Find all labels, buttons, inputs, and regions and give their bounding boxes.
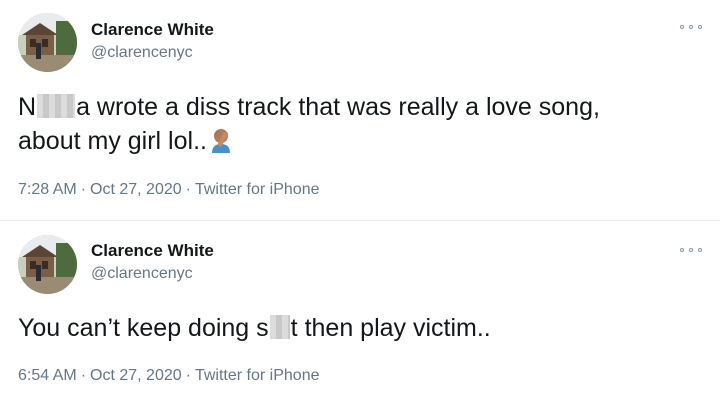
separator: ·: [185, 181, 191, 198]
tweet-text-part: about my girl lol..: [18, 127, 207, 155]
tweet-time[interactable]: 6:54 AM: [18, 367, 77, 384]
tweet-text-part: You can’t keep doing s: [18, 314, 269, 342]
author-name[interactable]: Clarence White: [91, 241, 214, 261]
tweet-text: You can’t keep doing s t then play victim…: [18, 311, 680, 345]
tweet-time[interactable]: 7:28 AM: [18, 181, 77, 198]
author-handle[interactable]: @clarencenyc: [91, 265, 193, 283]
tweet-source[interactable]: Twitter for iPhone: [195, 181, 320, 198]
facepalm-emoji-icon: [209, 127, 235, 153]
tweet-meta: 6:54 AM · Oct 27, 2020 · Twitter for iPhone: [18, 367, 319, 385]
tweet-text-part: N: [18, 93, 37, 121]
tweet-screenshot: Clarence White @clarencenyc Na wrote a d…: [0, 0, 720, 406]
author-name[interactable]: Clarence White: [91, 20, 214, 40]
more-options-icon[interactable]: [680, 20, 702, 34]
tweet-source[interactable]: Twitter for iPhone: [195, 367, 320, 384]
more-options-icon[interactable]: [680, 243, 702, 257]
censor-blur: [269, 315, 290, 339]
censor-blur: [37, 94, 76, 118]
tweet-text-part: a wrote a diss track that was really a l…: [76, 93, 600, 121]
tweet-date[interactable]: Oct 27, 2020: [90, 181, 182, 198]
avatar[interactable]: [18, 235, 77, 294]
author-handle[interactable]: @clarencenyc: [91, 44, 193, 62]
avatar[interactable]: [18, 13, 77, 72]
separator: ·: [80, 181, 87, 198]
tweet-card[interactable]: Clarence White @clarencenyc You can’t ke…: [0, 221, 720, 406]
tweet-date[interactable]: Oct 27, 2020: [90, 367, 182, 384]
separator: ·: [80, 367, 87, 384]
tweet-card[interactable]: Clarence White @clarencenyc Na wrote a d…: [0, 0, 720, 221]
tweet-text-part: t then play victim..: [290, 314, 491, 342]
separator: ·: [185, 367, 191, 384]
tweet-meta: 7:28 AM · Oct 27, 2020 · Twitter for iPhone: [18, 181, 319, 199]
tweet-text: Na wrote a diss track that was really a …: [18, 90, 680, 158]
